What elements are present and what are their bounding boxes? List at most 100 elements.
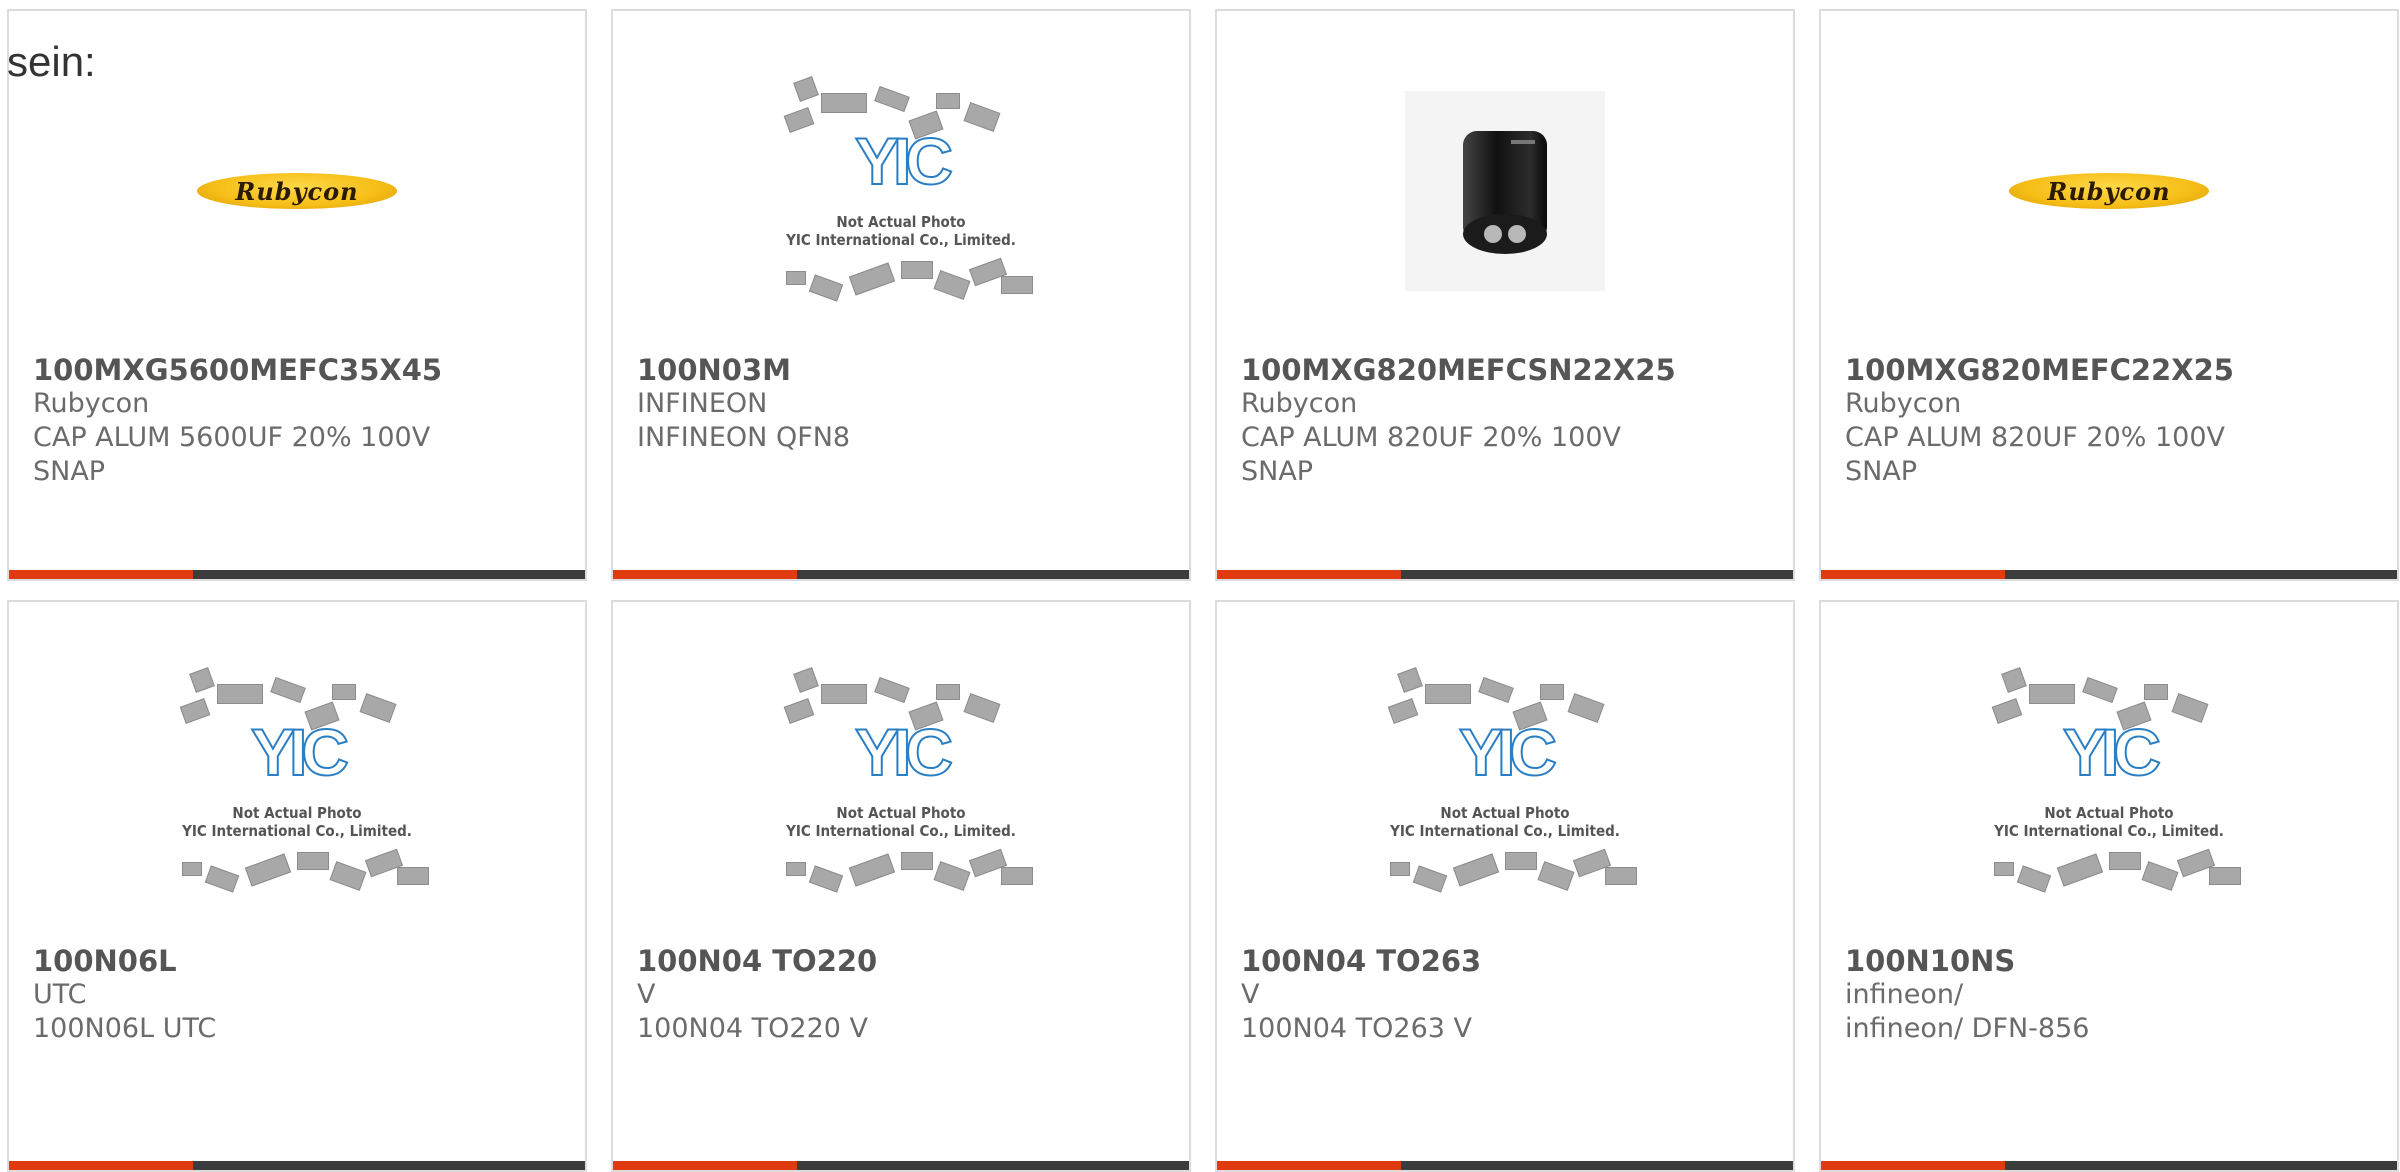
chip-icon xyxy=(2109,852,2141,870)
chip-icon xyxy=(1540,684,1564,700)
card-accent-bar xyxy=(9,570,194,579)
description: INFINEON QFN8 xyxy=(637,422,851,453)
chip-icon xyxy=(1001,867,1033,885)
manufacturer: Rubycon xyxy=(1845,388,1962,419)
chip-icon xyxy=(189,667,215,693)
product-card[interactable]: Rubycon 100MXG820MEFC22X25 Rubycon CAP ALUM… xyxy=(1819,9,2399,581)
chip-icon xyxy=(2056,853,2104,887)
chip-icon xyxy=(848,262,896,296)
chip-icon xyxy=(786,862,806,876)
chip-icon xyxy=(808,865,844,893)
not-actual-photo-placeholder: YIC Not Actual Photo YIC International Co.… xyxy=(1974,662,2244,902)
placeholder-company: YIC International Co., Limited. xyxy=(182,822,412,840)
product-info: 100MXG5600MEFC35X45 Rubycon CAP ALUM 5600U… xyxy=(33,353,569,489)
chip-icon xyxy=(2209,867,2241,885)
product-info: 100N04 TO220 V 100N04 TO220 V xyxy=(637,944,1173,1046)
chip-icon xyxy=(1452,853,1500,887)
card-accent-bar xyxy=(613,570,798,579)
manufacturer: Rubycon xyxy=(33,388,150,419)
placeholder-caption: Not Actual Photo xyxy=(836,804,966,822)
not-actual-photo-placeholder: YIC Not Actual Photo YIC International Co.… xyxy=(766,71,1036,311)
part-number[interactable]: 100MXG5600MEFC35X45 xyxy=(33,353,569,387)
rubycon-logo: Rubycon xyxy=(197,173,397,209)
card-accent-bar xyxy=(613,1161,798,1170)
product-card[interactable]: YIC Not Actual Photo YIC International Co.… xyxy=(611,9,1191,581)
product-image[interactable] xyxy=(1217,61,1793,321)
yic-logo: YIC xyxy=(2062,714,2162,790)
product-info: 100MXG820MEFCSN22X25 Rubycon CAP ALUM 820U… xyxy=(1241,353,1777,489)
card-bottom-bar xyxy=(613,570,1189,579)
manufacturer: UTC xyxy=(33,979,87,1010)
card-accent-bar xyxy=(1217,1161,1402,1170)
chip-icon xyxy=(217,684,263,704)
product-card[interactable]: Rubycon 100MXG5600MEFC35X45 Rubycon CAP ALU… xyxy=(7,9,587,581)
chip-icon xyxy=(2001,667,2027,693)
card-bottom-bar xyxy=(1217,1161,1793,1170)
chip-icon xyxy=(2016,865,2052,893)
card-accent-bar xyxy=(1821,570,2006,579)
part-number[interactable]: 100N04 TO263 xyxy=(1241,944,1777,978)
intro-text: sein: xyxy=(7,38,96,85)
manufacturer: Rubycon xyxy=(1241,388,1358,419)
chip-icon xyxy=(204,865,240,893)
rubycon-logo: Rubycon xyxy=(2009,173,2209,209)
product-image[interactable]: YIC Not Actual Photo YIC International Co.… xyxy=(613,61,1189,321)
chip-icon xyxy=(332,684,356,700)
part-number[interactable]: 100MXG820MEFC22X25 xyxy=(1845,353,2381,387)
placeholder-company: YIC International Co., Limited. xyxy=(1994,822,2224,840)
chip-icon xyxy=(270,677,306,703)
product-image[interactable]: YIC Not Actual Photo YIC International Co.… xyxy=(1821,652,2397,912)
chip-icon xyxy=(297,852,329,870)
product-card[interactable]: YIC Not Actual Photo YIC International Co.… xyxy=(1215,600,1795,1172)
product-card[interactable]: YIC Not Actual Photo YIC International Co.… xyxy=(611,600,1191,1172)
chip-icon xyxy=(182,862,202,876)
chip-icon xyxy=(1390,862,1410,876)
description: infineon/ DFN-856 xyxy=(1845,1013,2090,1044)
capacitor-photo xyxy=(1405,91,1605,291)
chip-icon xyxy=(1412,865,1448,893)
chip-icon xyxy=(2082,677,2118,703)
product-card[interactable]: YIC Not Actual Photo YIC International Co.… xyxy=(7,600,587,1172)
product-info: 100N10NS infineon/infineon/ DFN-856 xyxy=(1845,944,2381,1046)
placeholder-caption: Not Actual Photo xyxy=(1440,804,1570,822)
chip-icon xyxy=(848,853,896,887)
description: 100N04 TO220 V xyxy=(637,1013,869,1044)
part-number[interactable]: 100N06L xyxy=(33,944,569,978)
chip-icon xyxy=(936,93,960,109)
chip-icon xyxy=(933,270,971,300)
product-image[interactable]: YIC Not Actual Photo YIC International Co.… xyxy=(9,652,585,912)
card-accent-bar xyxy=(9,1161,194,1170)
chip-icon xyxy=(1425,684,1471,704)
product-card[interactable]: YIC Not Actual Photo YIC International Co.… xyxy=(1819,600,2399,1172)
chip-icon xyxy=(1605,867,1637,885)
description: CAP ALUM 820UF 20% 100V xyxy=(1241,422,1622,453)
chip-icon xyxy=(397,867,429,885)
chip-icon xyxy=(874,677,910,703)
product-image[interactable]: YIC Not Actual Photo YIC International Co.… xyxy=(1217,652,1793,912)
placeholder-caption: Not Actual Photo xyxy=(836,213,966,231)
card-bottom-bar xyxy=(613,1161,1189,1170)
product-image[interactable]: Rubycon xyxy=(9,61,585,321)
part-number[interactable]: 100N03M xyxy=(637,353,1173,387)
yic-logo: YIC xyxy=(854,123,954,199)
chip-icon xyxy=(1397,667,1423,693)
placeholder-company: YIC International Co., Limited. xyxy=(786,231,1016,249)
chip-icon xyxy=(329,861,367,891)
product-image[interactable]: Rubycon xyxy=(1821,61,2397,321)
yic-logo: YIC xyxy=(1458,714,1558,790)
product-image[interactable]: YIC Not Actual Photo YIC International Co.… xyxy=(613,652,1189,912)
part-number[interactable]: 100N10NS xyxy=(1845,944,2381,978)
part-number[interactable]: 100MXG820MEFCSN22X25 xyxy=(1241,353,1777,387)
card-bottom-bar xyxy=(9,570,585,579)
product-card[interactable]: 100MXG820MEFCSN22X25 Rubycon CAP ALUM 820U… xyxy=(1215,9,1795,581)
placeholder-caption: Not Actual Photo xyxy=(232,804,362,822)
chip-icon xyxy=(933,861,971,891)
manufacturer: V xyxy=(637,979,656,1010)
product-info: 100MXG820MEFC22X25 Rubycon CAP ALUM 820UF … xyxy=(1845,353,2381,489)
chip-icon xyxy=(901,852,933,870)
chip-icon xyxy=(1994,862,2014,876)
part-number[interactable]: 100N04 TO220 xyxy=(637,944,1173,978)
chip-icon xyxy=(1001,276,1033,294)
description-line-2: SNAP xyxy=(1241,456,1314,487)
chip-icon xyxy=(936,684,960,700)
